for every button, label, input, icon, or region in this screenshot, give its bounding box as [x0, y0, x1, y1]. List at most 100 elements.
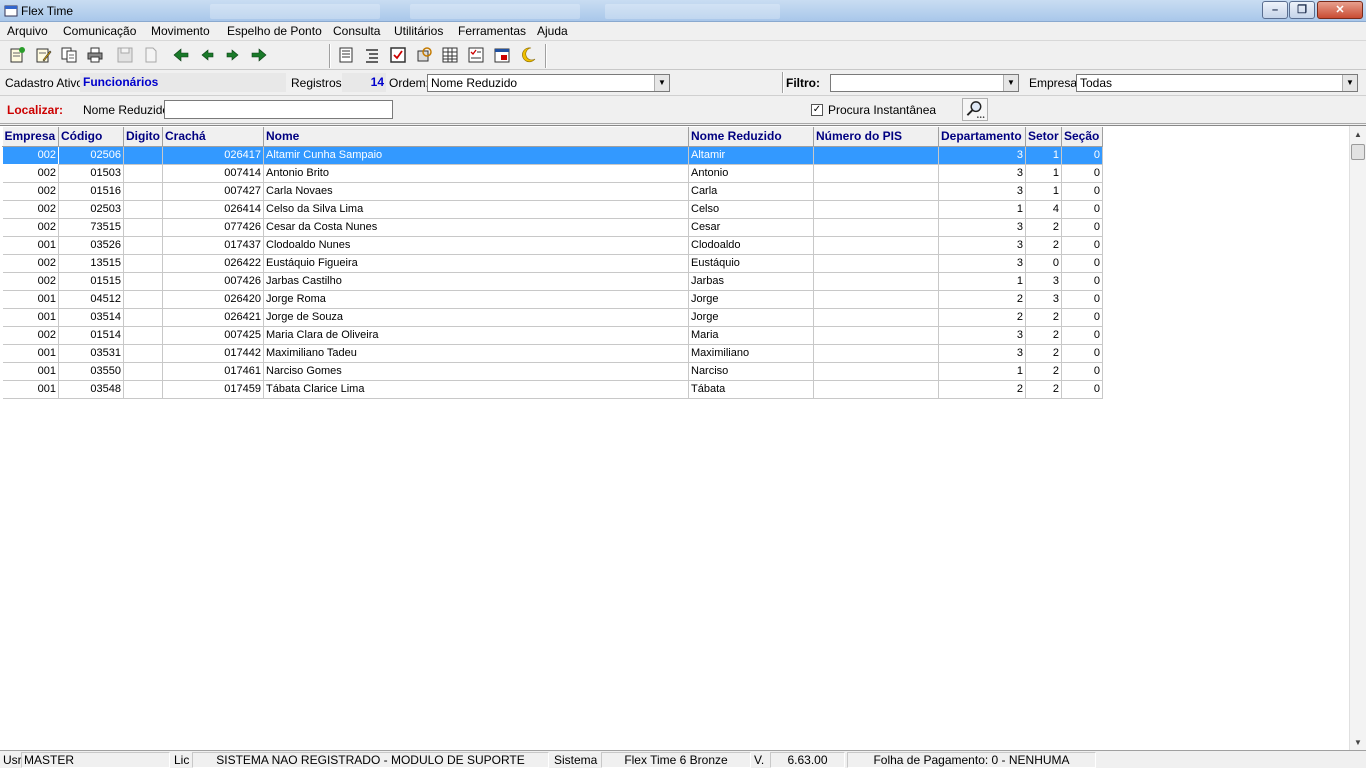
cell-empresa[interactable]: 002 [2, 218, 59, 237]
cell-codigo[interactable]: 01515 [58, 272, 124, 291]
cell-secao[interactable]: 0 [1061, 380, 1103, 399]
report-icon[interactable] [337, 46, 355, 64]
table-row[interactable]: 002 01516 007427 Carla Novaes Carla 3 1 0 [2, 182, 1103, 201]
cell-digito[interactable] [123, 362, 163, 381]
empresa-dropdown[interactable]: Todas ▼ [1076, 74, 1358, 92]
cell-nome-reduzido[interactable]: Jorge [688, 290, 814, 309]
cell-setor[interactable]: 2 [1025, 308, 1062, 327]
menu-ferramentas[interactable]: Ferramentas [458, 24, 526, 38]
cell-nome-reduzido[interactable]: Clodoaldo [688, 236, 814, 255]
cell-codigo[interactable]: 01503 [58, 164, 124, 183]
table-row[interactable]: 002 73515 077426 Cesar da Costa Nunes Cesar 3… [2, 218, 1103, 237]
cell-numero-pis[interactable] [813, 164, 939, 183]
cell-digito[interactable] [123, 200, 163, 219]
menu-comunicacao[interactable]: Comunicação [63, 24, 136, 38]
cell-digito[interactable] [123, 146, 163, 165]
cell-departamento[interactable]: 3 [938, 344, 1026, 363]
cell-nome-reduzido[interactable]: Maximiliano [688, 344, 814, 363]
cell-nome[interactable]: Narciso Gomes [263, 362, 689, 381]
cell-digito[interactable] [123, 326, 163, 345]
table-row[interactable]: 002 02503 026414 Celso da Silva Lima Celso 1 4… [2, 200, 1103, 219]
cell-digito[interactable] [123, 308, 163, 327]
cell-nome[interactable]: Cesar da Costa Nunes [263, 218, 689, 237]
cell-empresa[interactable]: 001 [2, 362, 59, 381]
table-row[interactable]: 002 01514 007425 Maria Clara de Oliveira Mar… [2, 326, 1103, 345]
chevron-down-icon[interactable]: ▼ [1003, 75, 1018, 91]
cell-nome[interactable]: Carla Novaes [263, 182, 689, 201]
cell-setor[interactable]: 2 [1025, 362, 1062, 381]
cell-codigo[interactable]: 01516 [58, 182, 124, 201]
table-row[interactable]: 001 03526 017437 Clodoaldo Nunes Clodoaldo 3 2… [2, 236, 1103, 255]
cell-setor[interactable]: 2 [1025, 344, 1062, 363]
table-row[interactable]: 001 03514 026421 Jorge de Souza Jorge 2 2 0 [2, 308, 1103, 327]
cell-cracha[interactable]: 026421 [162, 308, 264, 327]
cell-empresa[interactable]: 001 [2, 236, 59, 255]
column-header-codigo[interactable]: Código [58, 127, 124, 147]
cell-secao[interactable]: 0 [1061, 290, 1103, 309]
edit-record-icon[interactable] [34, 46, 52, 64]
next-record-icon[interactable] [224, 46, 242, 64]
scrollbar-thumb[interactable] [1351, 144, 1365, 160]
cell-secao[interactable]: 0 [1061, 344, 1103, 363]
list-icon[interactable] [363, 46, 381, 64]
cell-departamento[interactable]: 3 [938, 164, 1026, 183]
cell-departamento[interactable]: 3 [938, 182, 1026, 201]
cell-numero-pis[interactable] [813, 182, 939, 201]
cell-departamento[interactable]: 3 [938, 326, 1026, 345]
column-header-departamento[interactable]: Departamento [938, 127, 1026, 147]
cell-numero-pis[interactable] [813, 362, 939, 381]
column-header-cracha[interactable]: Crachá [162, 127, 264, 147]
table-row[interactable]: 002 02506 026417 Altamir Cunha Sampaio Altam… [2, 145, 1103, 165]
cell-codigo[interactable]: 03514 [58, 308, 124, 327]
menu-arquivo[interactable]: Arquivo [7, 24, 48, 38]
cell-departamento[interactable]: 2 [938, 380, 1026, 399]
menu-movimento[interactable]: Movimento [151, 24, 210, 38]
cell-secao[interactable]: 0 [1061, 182, 1103, 201]
cell-secao[interactable]: 0 [1061, 218, 1103, 237]
checklist-icon[interactable] [389, 46, 407, 64]
cell-secao[interactable]: 0 [1061, 254, 1103, 273]
cell-digito[interactable] [123, 344, 163, 363]
cell-nome[interactable]: Celso da Silva Lima [263, 200, 689, 219]
cell-nome-reduzido[interactable]: Carla [688, 182, 814, 201]
cell-departamento[interactable]: 1 [938, 362, 1026, 381]
cell-setor[interactable]: 2 [1025, 218, 1062, 237]
cell-secao[interactable]: 0 [1061, 362, 1103, 381]
cell-cracha[interactable]: 007414 [162, 164, 264, 183]
cell-departamento[interactable]: 2 [938, 290, 1026, 309]
cell-nome[interactable]: Jarbas Castilho [263, 272, 689, 291]
filtro-dropdown[interactable]: ▼ [830, 74, 1019, 92]
ordem-dropdown[interactable]: Nome Reduzido ▼ [427, 74, 670, 92]
cell-setor[interactable]: 2 [1025, 380, 1062, 399]
cell-nome[interactable]: Jorge Roma [263, 290, 689, 309]
cell-codigo[interactable]: 13515 [58, 254, 124, 273]
cell-setor[interactable]: 1 [1025, 182, 1062, 201]
scroll-down-icon[interactable]: ▼ [1350, 734, 1366, 751]
cell-nome-reduzido[interactable]: Maria [688, 326, 814, 345]
column-header-numero-pis[interactable]: Número do PIS [813, 127, 939, 147]
cell-codigo[interactable]: 73515 [58, 218, 124, 237]
cell-secao[interactable]: 0 [1061, 308, 1103, 327]
refresh-icon[interactable] [415, 46, 433, 64]
cell-secao[interactable]: 0 [1061, 200, 1103, 219]
cell-numero-pis[interactable] [813, 380, 939, 399]
cell-setor[interactable]: 1 [1025, 146, 1062, 165]
cell-cracha[interactable]: 026420 [162, 290, 264, 309]
cell-digito[interactable] [123, 164, 163, 183]
cell-numero-pis[interactable] [813, 200, 939, 219]
cell-nome[interactable]: Eustáquio Figueira [263, 254, 689, 273]
cell-empresa[interactable]: 002 [2, 272, 59, 291]
cell-cracha[interactable]: 026414 [162, 200, 264, 219]
cell-numero-pis[interactable] [813, 290, 939, 309]
scroll-up-icon[interactable]: ▲ [1350, 126, 1366, 143]
cell-nome[interactable]: Antonio Brito [263, 164, 689, 183]
cell-secao[interactable]: 0 [1061, 146, 1103, 165]
cell-empresa[interactable]: 002 [2, 145, 59, 165]
cell-cracha[interactable]: 017437 [162, 236, 264, 255]
save-icon[interactable] [116, 46, 134, 64]
search-button[interactable] [962, 98, 988, 121]
close-button[interactable]: ✕ [1317, 1, 1363, 19]
table-row[interactable]: 001 03531 017442 Maximiliano Tadeu Maximilia… [2, 344, 1103, 363]
table-row[interactable]: 001 03548 017459 Tábata Clarice Lima Tábata 2… [2, 380, 1103, 399]
cell-setor[interactable]: 3 [1025, 272, 1062, 291]
